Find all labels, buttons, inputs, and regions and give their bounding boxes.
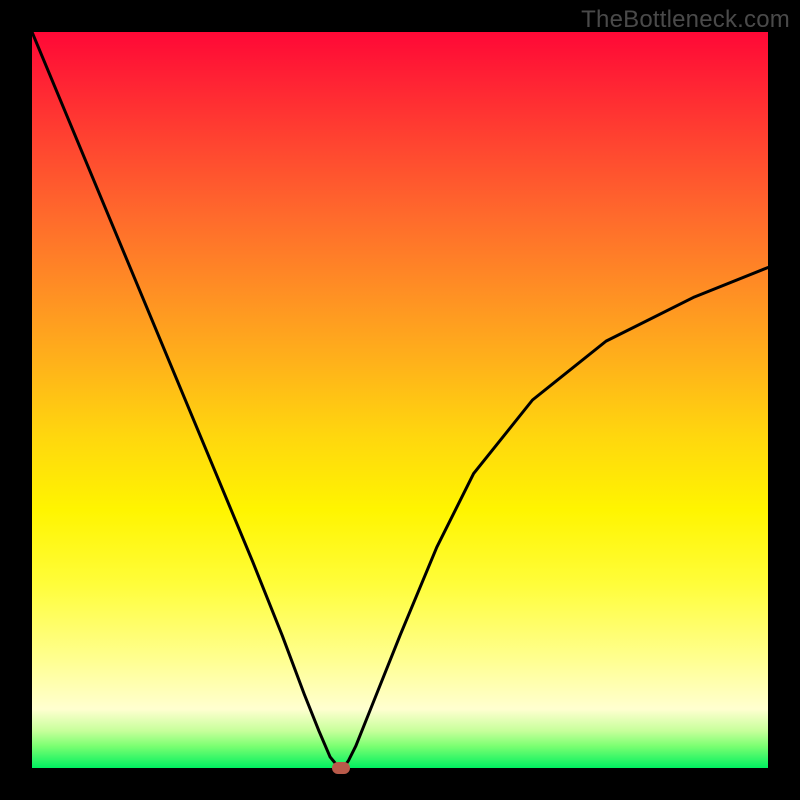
plot-area (32, 32, 768, 768)
optimal-point-marker (332, 762, 350, 774)
bottleneck-curve (32, 32, 768, 768)
watermark-label: TheBottleneck.com (581, 6, 790, 34)
chart-frame: TheBottleneck.com (0, 0, 800, 800)
